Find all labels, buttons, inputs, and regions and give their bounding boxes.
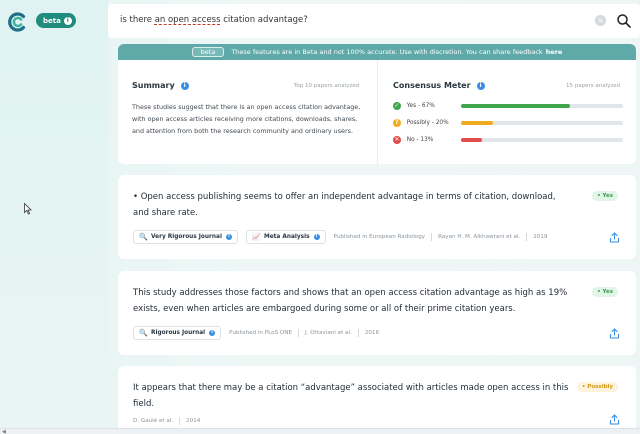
summary-card: Summary i Top 10 papers analyzed These s… <box>118 60 636 164</box>
horizontal-scrollbar[interactable]: ◀ <box>0 428 640 434</box>
meter-label: No - 13% <box>406 137 434 143</box>
search-input[interactable]: is there an open access citation advanta… <box>120 15 308 25</box>
chip-label: Rigorous Journal <box>151 330 206 336</box>
summary-papers-note: Top 10 papers analyzed <box>294 83 360 89</box>
meter-papers-note: 15 papers analyzed <box>566 83 621 89</box>
search-bar[interactable]: is there an open access citation advanta… <box>108 4 640 38</box>
scroll-left-icon[interactable]: ◀ <box>2 429 6 434</box>
consensus-meter-title: Consensus Meter i <box>393 81 485 90</box>
divider <box>526 233 528 241</box>
journal-tag-chip[interactable]: 🔍 Rigorous Journal i <box>133 326 222 340</box>
result-meta: 🔍 Rigorous Journal i Published in PLoS ONE J… <box>133 326 379 340</box>
journal-tag-chip[interactable]: 📈 Meta Analysis i <box>245 230 326 244</box>
summary-title-text: Summary <box>132 81 175 90</box>
summary-title: Summary i <box>132 81 189 90</box>
verdict-badge: • Yes <box>592 287 618 297</box>
consensus-meter-title-text: Consensus Meter <box>393 81 471 90</box>
divider <box>431 233 433 241</box>
beta-badge[interactable]: beta i <box>36 13 76 28</box>
meter-row: ✕ No - 13% <box>393 134 623 146</box>
info-icon[interactable]: i <box>313 234 320 240</box>
meter-label: Possibly - 20% <box>406 120 449 126</box>
clear-search-button[interactable]: × <box>595 15 606 26</box>
divider <box>298 329 300 337</box>
result-meta-item[interactable]: Published in PLoS ONE <box>229 330 292 336</box>
share-icon[interactable] <box>609 328 620 339</box>
mouse-cursor-icon <box>24 203 32 215</box>
meter-row: ? Possibly - 20% <box>393 117 623 129</box>
meter-status-icon: ✕ <box>393 136 401 144</box>
result-meta-item: Rayan H. M. Alkhawtani et al. <box>438 234 521 240</box>
result-meta-item[interactable]: Published in European Radiology <box>334 234 426 240</box>
chip-label: Very Rigorous Journal <box>151 234 222 240</box>
banner-text: These features are in Beta and not 100% … <box>231 48 543 56</box>
chip-label: Meta Analysis <box>263 234 310 240</box>
magnifier-icon: 🔍 <box>139 233 148 241</box>
result-meta: 🔍 Very Rigorous Journal i 📈 Meta Analysis i Pu… <box>133 230 548 244</box>
meter-status-icon: ? <box>393 119 401 127</box>
result-meta-item: D. Gaulé et al. <box>133 418 174 424</box>
consensus-logo[interactable] <box>8 12 28 32</box>
result-claim-text[interactable]: It appears that there may be a citation … <box>133 380 573 412</box>
query-text-post: citation advantage? <box>220 15 308 25</box>
meter-bar-fill <box>461 104 570 108</box>
info-icon: i <box>63 16 72 25</box>
result-card[interactable]: This study addresses those factors and s… <box>118 271 636 355</box>
summary-panel: Summary i Top 10 papers analyzed These s… <box>118 60 378 164</box>
share-icon[interactable] <box>609 414 620 425</box>
result-meta-item: 2014 <box>186 418 201 424</box>
meter-label: Yes - 67% <box>406 103 435 109</box>
left-rail <box>0 0 108 434</box>
beta-badge-label: beta <box>43 16 61 25</box>
result-card[interactable]: It appears that there may be a citation … <box>118 366 636 434</box>
divider <box>357 329 359 337</box>
info-icon[interactable]: i <box>180 81 189 90</box>
meter-bar-track <box>461 138 623 142</box>
info-icon[interactable]: i <box>225 234 232 240</box>
meter-bar-fill <box>461 121 494 125</box>
verdict-badge: • Possibly <box>576 382 618 392</box>
result-claim-text[interactable]: This study addresses those factors and s… <box>133 285 573 317</box>
verdict-badge: • Yes <box>592 191 618 201</box>
result-card[interactable]: • Open access publishing seems to offer … <box>118 175 636 259</box>
result-meta: D. Gaulé et al. 2014 <box>133 414 200 428</box>
banner-beta-tag: beta <box>191 47 225 57</box>
info-icon[interactable]: i <box>476 81 485 90</box>
beta-notice-banner: beta These features are in Beta and not … <box>118 44 636 60</box>
meter-status-icon: ✓ <box>393 102 401 110</box>
close-icon: × <box>597 16 604 25</box>
meter-row: ✓ Yes - 67% <box>393 100 623 112</box>
meter-bar-fill <box>461 138 483 142</box>
query-text-flagged: an open access <box>154 15 221 25</box>
query-text-pre: is there <box>120 15 155 25</box>
divider <box>179 417 181 425</box>
chart-icon: 📈 <box>251 233 261 241</box>
search-icon[interactable] <box>616 13 632 29</box>
share-icon[interactable] <box>609 232 620 243</box>
journal-tag-chip[interactable]: 🔍 Very Rigorous Journal i <box>133 230 238 244</box>
result-meta-item: 2019 <box>533 234 548 240</box>
meter-bar-track <box>461 121 623 125</box>
result-claim-text[interactable]: • Open access publishing seems to offer … <box>133 189 573 221</box>
summary-text: These studies suggest that there is an o… <box>132 103 361 135</box>
result-meta-item: J. Ottaviani et al. <box>305 330 352 336</box>
magnifier-icon: 🔍 <box>139 329 148 337</box>
feedback-link[interactable]: here <box>546 48 563 56</box>
result-meta-item: 2016 <box>364 330 380 336</box>
info-icon[interactable]: i <box>209 330 216 336</box>
meter-bar-track <box>461 104 623 108</box>
